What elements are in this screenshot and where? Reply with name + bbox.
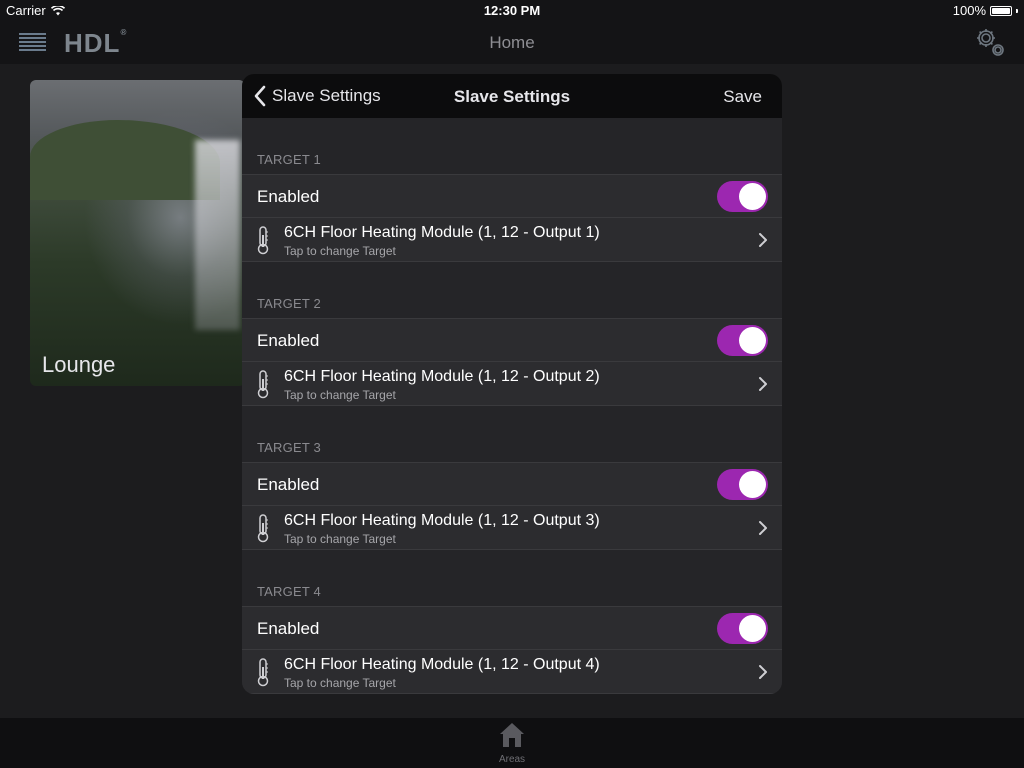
toggle-knob <box>739 615 766 642</box>
tab-areas-label: Areas <box>498 754 526 765</box>
battery-icon <box>990 5 1012 16</box>
thermometer-icon <box>257 370 269 399</box>
target-row[interactable]: 6CH Floor Heating Module (1, 12 - Output… <box>242 650 782 693</box>
enabled-row: Enabled <box>242 319 782 362</box>
status-bar: Carrier 12:30 PM 100% <box>0 0 1024 20</box>
enabled-row: Enabled <box>242 175 782 218</box>
toggle-knob <box>739 471 766 498</box>
gear-icon[interactable] <box>974 26 1006 58</box>
chevron-right-icon <box>759 377 767 391</box>
section-header-target-1: TARGET 1 <box>257 152 321 167</box>
enabled-label: Enabled <box>257 187 320 206</box>
clock: 12:30 PM <box>483 3 541 18</box>
home-icon <box>500 723 524 747</box>
modal-header: Slave Settings Slave Settings Save <box>242 74 782 118</box>
area-card-lounge[interactable]: Lounge <box>30 80 245 386</box>
target-device-label: 6CH Floor Heating Module (1, 12 - Output… <box>284 656 600 673</box>
target-hint: Tap to change Target <box>284 388 396 402</box>
chevron-right-icon <box>759 233 767 247</box>
target-device-label: 6CH Floor Heating Module (1, 12 - Output… <box>284 512 600 529</box>
thermometer-icon <box>257 514 269 543</box>
target-device-label: 6CH Floor Heating Module (1, 12 - Output… <box>284 224 600 241</box>
target-row[interactable]: 6CH Floor Heating Module (1, 12 - Output… <box>242 506 782 549</box>
enabled-toggle[interactable] <box>717 181 768 212</box>
enabled-label: Enabled <box>257 475 320 494</box>
section-header-target-2: TARGET 2 <box>257 296 321 311</box>
area-label: Lounge <box>42 352 116 377</box>
section-header-target-3: TARGET 3 <box>257 440 321 455</box>
enabled-toggle[interactable] <box>717 325 768 356</box>
tab-bar: Areas <box>0 718 1024 768</box>
enabled-label: Enabled <box>257 619 320 638</box>
tab-areas[interactable]: Areas <box>492 721 532 765</box>
section-header-target-4: TARGET 4 <box>257 584 321 599</box>
battery-percent: 100% <box>952 3 986 18</box>
target-hint: Tap to change Target <box>284 676 396 690</box>
target-group: Enabled 6CH Floor Heating Module (1, 12 -… <box>242 174 782 262</box>
enabled-row: Enabled <box>242 607 782 650</box>
target-device-label: 6CH Floor Heating Module (1, 12 - Output… <box>284 368 600 385</box>
target-row[interactable]: 6CH Floor Heating Module (1, 12 - Output… <box>242 218 782 261</box>
modal-title: Slave Settings <box>453 87 571 106</box>
nav-bar: HDL® Home <box>0 20 1024 64</box>
target-group: Enabled 6CH Floor Heating Module (1, 12 -… <box>242 318 782 406</box>
targets-list: TARGET 1 Enabled 6CH Floor Heating Module … <box>242 118 782 694</box>
thermometer-icon <box>257 226 269 255</box>
target-hint: Tap to change Target <box>284 532 396 546</box>
chevron-right-icon <box>759 521 767 535</box>
target-group: Enabled 6CH Floor Heating Module (1, 12 -… <box>242 606 782 694</box>
target-row[interactable]: 6CH Floor Heating Module (1, 12 - Output… <box>242 362 782 405</box>
enabled-toggle[interactable] <box>717 469 768 500</box>
thermometer-icon <box>257 658 269 687</box>
toggle-knob <box>739 183 766 210</box>
enabled-row: Enabled <box>242 463 782 506</box>
toggle-knob <box>739 327 766 354</box>
target-hint: Tap to change Target <box>284 244 396 258</box>
slave-settings-modal: Slave Settings Slave Settings Save TARGE… <box>242 74 782 694</box>
save-button[interactable]: Save <box>723 87 762 107</box>
enabled-toggle[interactable] <box>717 613 768 644</box>
page-title: Home <box>489 33 535 52</box>
battery-group: 100% <box>953 3 1018 18</box>
target-group: Enabled 6CH Floor Heating Module (1, 12 -… <box>242 462 782 550</box>
chevron-right-icon <box>759 665 767 679</box>
enabled-label: Enabled <box>257 331 320 350</box>
